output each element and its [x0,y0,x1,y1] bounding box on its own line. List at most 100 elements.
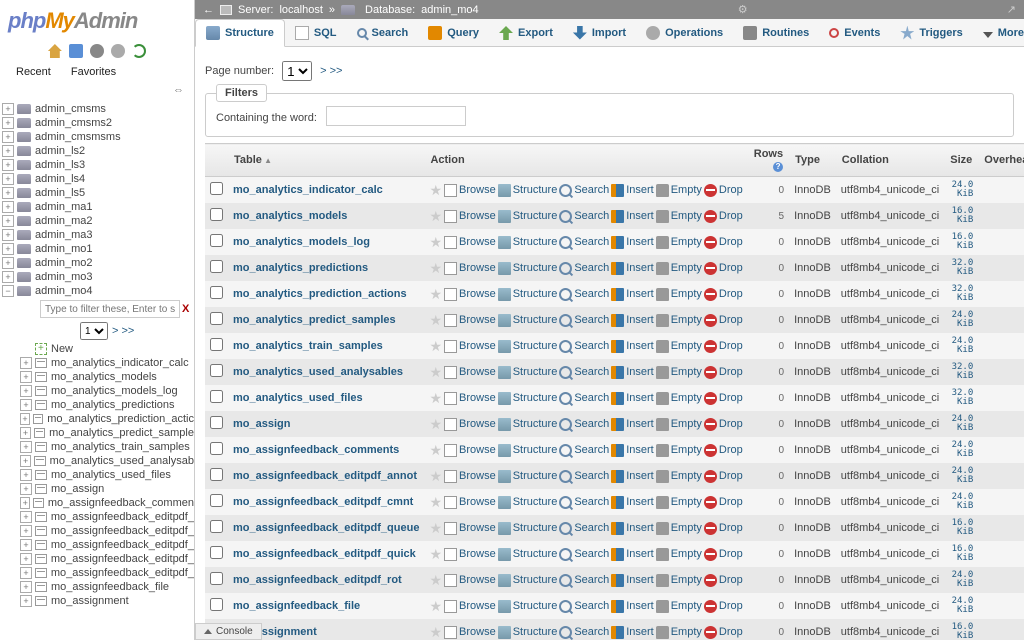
table-node[interactable]: +mo_assignfeedback_commen [20,496,194,510]
favorite-star-icon[interactable]: ★ [429,364,442,381]
database-name[interactable]: admin_mo4 [421,4,478,16]
insert-link[interactable]: Insert [626,444,654,456]
empty-link[interactable]: Empty [671,574,702,586]
table-name-link[interactable]: mo_assignfeedback_editpdf_quick [233,548,416,560]
favorite-star-icon[interactable]: ★ [429,234,442,251]
table-node[interactable]: +mo_analytics_used_analysab [20,454,194,468]
db-node[interactable]: +admin_ls4 [2,172,194,186]
expand-icon[interactable]: + [20,399,32,411]
empty-link[interactable]: Empty [671,470,702,482]
db-node[interactable]: +admin_ls3 [2,158,194,172]
table-name-link[interactable]: mo_assignfeedback_editpdf_annot [233,470,417,482]
insert-link[interactable]: Insert [626,470,654,482]
globe-icon[interactable] [90,44,104,58]
expand-icon[interactable]: + [2,173,14,185]
empty-link[interactable]: Empty [671,184,702,196]
row-checkbox[interactable] [210,572,223,585]
empty-link[interactable]: Empty [671,288,702,300]
page-exit-icon[interactable]: ↗ [1007,3,1016,16]
favorite-star-icon[interactable]: ★ [429,416,442,433]
insert-link[interactable]: Insert [626,262,654,274]
insert-link[interactable]: Insert [626,548,654,560]
favorite-star-icon[interactable]: ★ [429,572,442,589]
search-link[interactable]: Search [574,418,609,430]
tab-export[interactable]: Export [489,19,563,46]
structure-link[interactable]: Structure [513,340,558,352]
empty-link[interactable]: Empty [671,418,702,430]
table-name-link[interactable]: mo_analytics_predict_samples [233,314,396,326]
empty-link[interactable]: Empty [671,236,702,248]
browse-link[interactable]: Browse [459,496,496,508]
logo[interactable]: phpMyAdmin [0,0,194,42]
database-tree[interactable]: +admin_cmsms+admin_cmsms2+admin_cmsmsms+… [0,100,194,640]
col-collation[interactable]: Collation [836,144,944,177]
table-node[interactable]: +mo_analytics_prediction_actic [20,412,194,426]
insert-link[interactable]: Insert [626,600,654,612]
row-checkbox[interactable] [210,286,223,299]
favorite-star-icon[interactable]: ★ [429,312,442,329]
favorite-star-icon[interactable]: ★ [429,208,442,225]
row-checkbox[interactable] [210,234,223,247]
empty-link[interactable]: Empty [671,262,702,274]
search-link[interactable]: Search [574,392,609,404]
db-node[interactable]: +admin_ls5 [2,186,194,200]
drop-link[interactable]: Drop [719,210,743,222]
drop-link[interactable]: Drop [719,262,743,274]
tab-more[interactable]: More [973,19,1024,46]
drop-link[interactable]: Drop [719,626,743,638]
favorite-star-icon[interactable]: ★ [429,390,442,407]
tab-query[interactable]: Query [418,19,489,46]
table-node[interactable]: +mo_assignfeedback_editpdf_ [20,524,194,538]
empty-link[interactable]: Empty [671,210,702,222]
db-node[interactable]: +admin_mo1 [2,242,194,256]
browse-link[interactable]: Browse [459,262,496,274]
insert-link[interactable]: Insert [626,522,654,534]
empty-link[interactable]: Empty [671,600,702,612]
structure-link[interactable]: Structure [513,548,558,560]
search-link[interactable]: Search [574,210,609,222]
db-node[interactable]: +admin_cmsms [2,102,194,116]
row-checkbox[interactable] [210,390,223,403]
db-node[interactable]: −admin_mo4 [2,284,194,298]
drop-link[interactable]: Drop [719,288,743,300]
reload-icon[interactable] [132,44,146,58]
insert-link[interactable]: Insert [626,418,654,430]
page-settings-icon[interactable]: ⚙ [738,3,748,16]
browse-link[interactable]: Browse [459,210,496,222]
favorite-star-icon[interactable]: ★ [429,494,442,511]
row-checkbox[interactable] [210,260,223,273]
db-node[interactable]: +admin_ma1 [2,200,194,214]
back-arrow-icon[interactable]: ← [203,4,214,16]
table-name-link[interactable]: mo_assignfeedback_comments [233,444,399,456]
insert-link[interactable]: Insert [626,210,654,222]
favorite-star-icon[interactable]: ★ [429,598,442,615]
expand-icon[interactable]: + [20,553,32,565]
table-name-link[interactable]: mo_analytics_indicator_calc [233,184,383,196]
search-link[interactable]: Search [574,496,609,508]
table-node[interactable]: +mo_assignfeedback_editpdf_ [20,552,194,566]
browse-link[interactable]: Browse [459,522,496,534]
expand-icon[interactable]: + [2,257,14,269]
tab-favorites[interactable]: Favorites [61,64,126,80]
expand-icon[interactable]: + [20,581,32,593]
table-name-link[interactable]: mo_assignfeedback_file [233,600,360,612]
table-name-link[interactable]: mo_assignfeedback_editpdf_rot [233,574,402,586]
docs-icon[interactable] [69,44,83,58]
db-node[interactable]: +admin_mo2 [2,256,194,270]
search-link[interactable]: Search [574,262,609,274]
collapse-icon[interactable]: − [2,285,14,297]
expand-icon[interactable]: + [20,525,32,537]
db-node[interactable]: +admin_cmsmsms [2,130,194,144]
empty-link[interactable]: Empty [671,444,702,456]
expand-icon[interactable]: + [2,187,14,199]
table-node[interactable]: +mo_assignfeedback_editpdf_ [20,538,194,552]
search-link[interactable]: Search [574,340,609,352]
empty-link[interactable]: Empty [671,314,702,326]
drop-link[interactable]: Drop [719,184,743,196]
structure-link[interactable]: Structure [513,392,558,404]
browse-link[interactable]: Browse [459,626,496,638]
drop-link[interactable]: Drop [719,600,743,612]
drop-link[interactable]: Drop [719,340,743,352]
search-link[interactable]: Search [574,548,609,560]
table-name-link[interactable]: mo_assignfeedback_editpdf_cmnt [233,496,413,508]
